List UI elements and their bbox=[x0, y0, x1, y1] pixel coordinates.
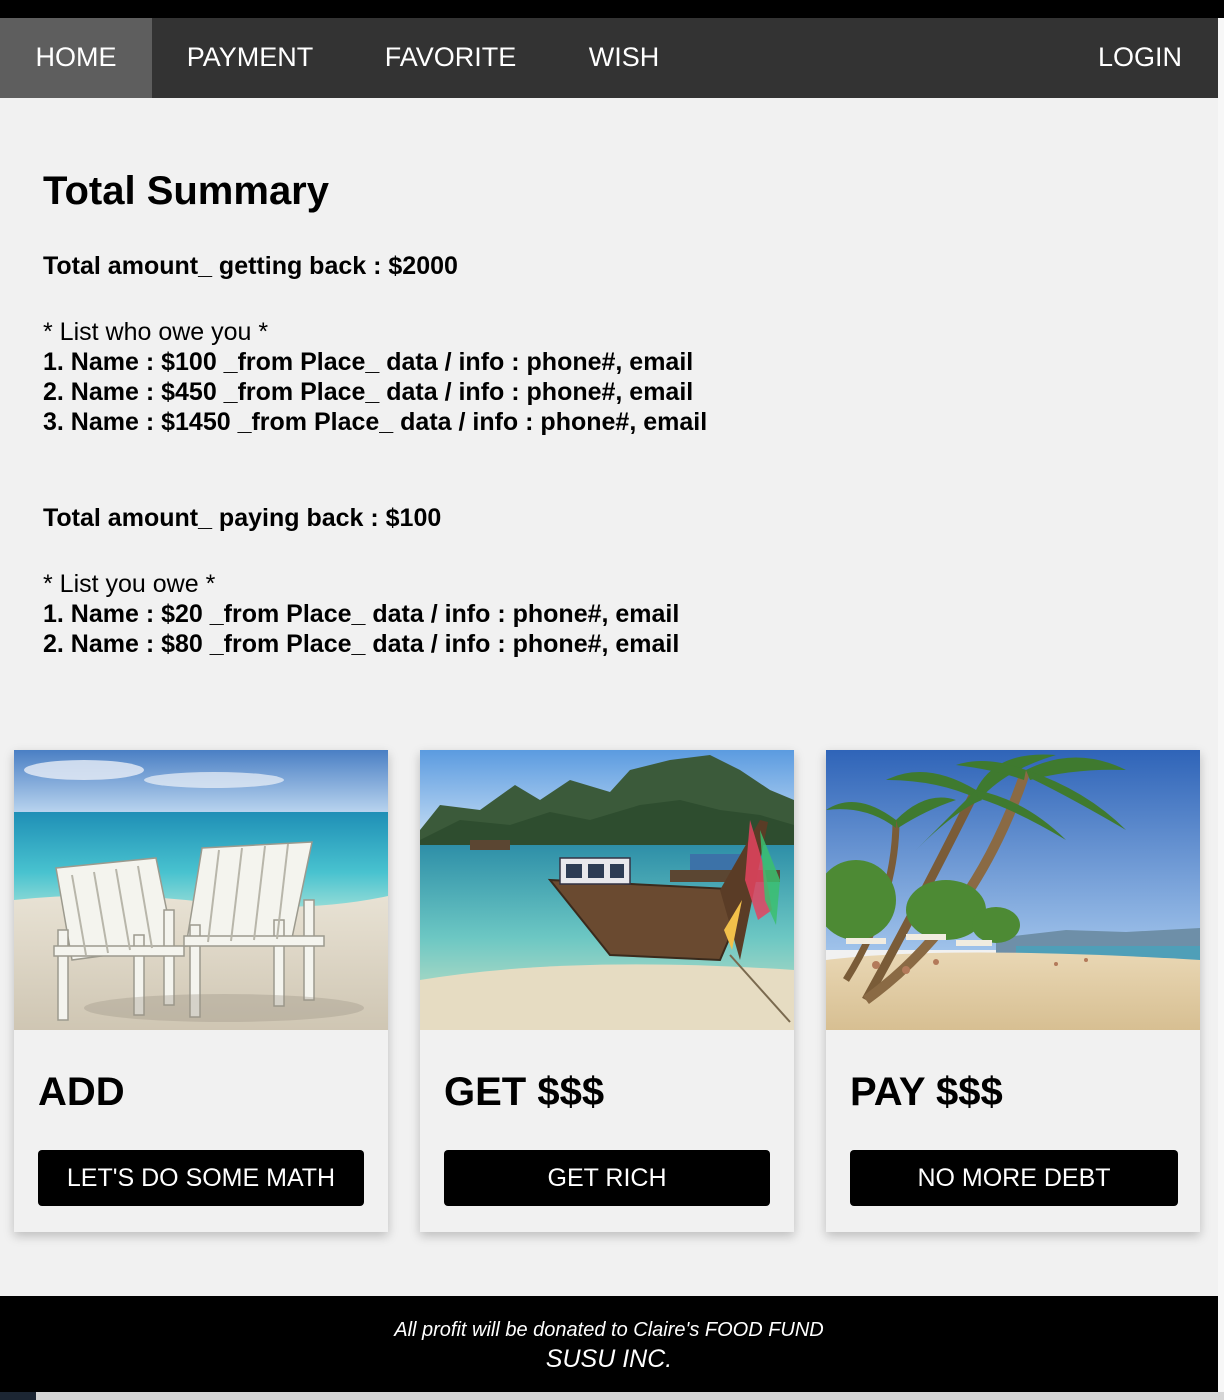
getting-back-total: Total amount_ getting back : $2000 bbox=[43, 252, 458, 280]
nav-payment[interactable]: PAYMENT bbox=[152, 18, 348, 98]
get-rich-button[interactable]: GET RICH bbox=[444, 1150, 770, 1206]
get-card: GET $$$ GET RICH bbox=[420, 750, 794, 1232]
palm-beach-photo bbox=[826, 750, 1200, 1030]
owe-you-list-title: * List who owe you * bbox=[43, 318, 269, 346]
nav-favorite[interactable]: FAVORITE bbox=[348, 18, 553, 98]
get-card-title: GET $$$ bbox=[444, 1070, 605, 1114]
window-bottom-corner bbox=[0, 1392, 36, 1400]
add-card-title: ADD bbox=[38, 1070, 125, 1114]
owe-you-list-item: 2. Name : $450 _from Place_ data / info … bbox=[43, 378, 694, 406]
nav-home[interactable]: HOME bbox=[0, 18, 152, 98]
window-bottom-edge bbox=[0, 1392, 1224, 1400]
footer-donation-note: All profit will be donated to Claire's F… bbox=[394, 1319, 824, 1341]
beach-chairs-photo bbox=[14, 750, 388, 1030]
you-owe-list-item: 1. Name : $20 _from Place_ data / info :… bbox=[43, 600, 680, 628]
summary-title: Total Summary bbox=[43, 169, 329, 213]
browser-top-edge bbox=[0, 0, 1224, 18]
paying-back-total: Total amount_ paying back : $100 bbox=[43, 504, 442, 532]
nav-login[interactable]: LOGIN bbox=[1062, 18, 1218, 98]
window-right-edge bbox=[1218, 18, 1224, 1400]
lets-do-some-math-button[interactable]: LET'S DO SOME MATH bbox=[38, 1150, 364, 1206]
footer-company-name: SUSU INC. bbox=[545, 1345, 673, 1373]
longtail-boat-photo bbox=[420, 750, 794, 1030]
you-owe-list-title: * List you owe * bbox=[43, 570, 216, 598]
top-nav: HOME PAYMENT FAVORITE WISH LOGIN bbox=[0, 18, 1218, 98]
no-more-debt-button[interactable]: NO MORE DEBT bbox=[850, 1150, 1178, 1206]
pay-card-title: PAY $$$ bbox=[850, 1070, 1003, 1114]
page-footer: All profit will be donated to Claire's F… bbox=[0, 1296, 1218, 1392]
pay-card: PAY $$$ NO MORE DEBT bbox=[826, 750, 1200, 1232]
nav-wish[interactable]: WISH bbox=[553, 18, 695, 98]
total-summary-section: Total Summary Total amount_ getting back… bbox=[43, 165, 1143, 658]
you-owe-list-item: 2. Name : $80 _from Place_ data / info :… bbox=[43, 630, 680, 658]
owe-you-list-item: 1. Name : $100 _from Place_ data / info … bbox=[43, 348, 694, 376]
owe-you-list-item: 3. Name : $1450 _from Place_ data / info… bbox=[43, 408, 708, 436]
add-card: ADD LET'S DO SOME MATH bbox=[14, 750, 388, 1232]
